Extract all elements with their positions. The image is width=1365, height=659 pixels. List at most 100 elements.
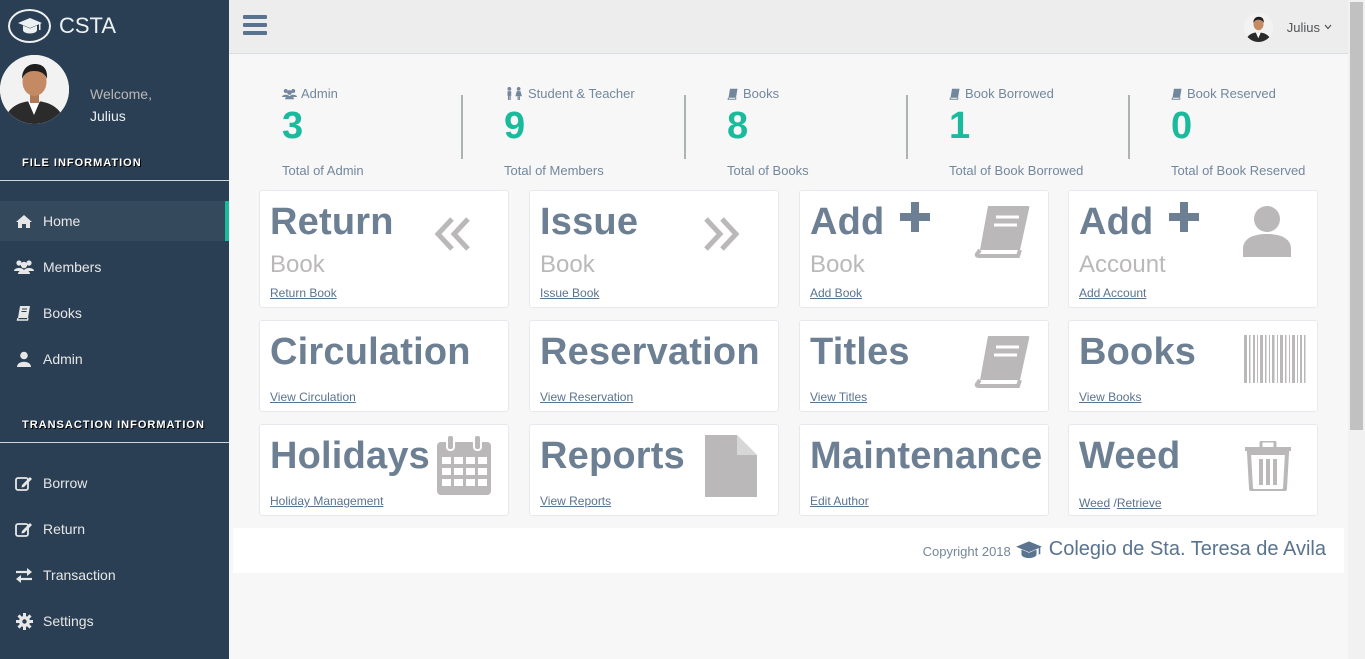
copyright-text: Copyright 2018: [922, 544, 1011, 559]
sidebar-item-return[interactable]: Return: [0, 509, 229, 549]
user-icon: [14, 349, 34, 369]
tile-subtitle: Book: [540, 251, 595, 278]
sidebar-item-borrow[interactable]: Borrow: [0, 463, 229, 503]
divider: [0, 180, 229, 181]
tile-title: Reports: [540, 435, 685, 477]
brand-title: CSTA: [59, 13, 117, 38]
tile-add-book[interactable]: Add Book Add Book: [799, 190, 1049, 308]
tile-title: Issue: [540, 201, 639, 243]
sidebar-item-settings[interactable]: Settings: [0, 601, 229, 641]
stat-label: Book Borrowed: [965, 86, 1054, 101]
edit-author-link[interactable]: Edit Author: [810, 494, 869, 508]
tile-title: Holidays: [270, 435, 430, 477]
sidebar-item-books[interactable]: Books: [0, 293, 229, 333]
view-reservation-link[interactable]: View Reservation: [540, 390, 633, 404]
tile-books[interactable]: Books View Books: [1068, 320, 1318, 412]
menu-toggle-icon[interactable]: [243, 15, 267, 37]
graduation-cap-icon: [8, 9, 51, 43]
tile-title: Reservation: [540, 331, 760, 373]
file-icon: [705, 435, 757, 497]
sidebar-item-transaction[interactable]: Transaction: [0, 555, 229, 595]
trash-icon: [1245, 441, 1291, 491]
sidebar-item-label: Books: [43, 305, 82, 321]
divider: [0, 442, 229, 443]
holiday-management-link[interactable]: Holiday Management: [270, 494, 383, 508]
tile-subtitle: Account: [1079, 251, 1166, 278]
view-books-link[interactable]: View Books: [1079, 390, 1141, 404]
user-avatar: [1243, 12, 1273, 42]
sidebar-item-members[interactable]: Members: [0, 247, 229, 287]
sidebar-item-admin[interactable]: Admin: [0, 339, 229, 379]
divider: [461, 95, 463, 159]
top-navbar: Julius: [229, 0, 1348, 54]
transaction-information-heading: TRANSACTION INFORMATION: [22, 419, 205, 431]
issue-book-link[interactable]: Issue Book: [540, 286, 599, 300]
weed-links: Weed /Retrieve: [1079, 494, 1162, 512]
sidebar-item-home[interactable]: Home: [0, 201, 229, 241]
divider: [684, 95, 686, 159]
view-titles-link[interactable]: View Titles: [810, 390, 867, 404]
add-book-link[interactable]: Add Book: [810, 286, 862, 300]
tile-reports[interactable]: Reports View Reports: [529, 424, 779, 516]
stat-sub: Total of Book Reserved: [1171, 163, 1306, 178]
scrollbar-thumb[interactable]: [1350, 2, 1363, 430]
stat-label: Books: [743, 86, 780, 101]
tile-subtitle: Book: [270, 251, 325, 278]
brand[interactable]: CSTA: [8, 8, 116, 44]
stat-label: Book Reserved: [1187, 86, 1276, 101]
tile-maintenance[interactable]: Maintenance Edit Author: [799, 424, 1049, 516]
plus-icon: [900, 202, 931, 232]
tile-holidays[interactable]: Holidays Holiday Management: [259, 424, 509, 516]
stat-label: Admin: [301, 86, 338, 101]
exchange-icon: [14, 565, 34, 585]
stat-count: 8: [727, 105, 749, 147]
tile-issue-book[interactable]: Issue Book Issue Book: [529, 190, 779, 308]
tile-weed[interactable]: Weed Weed /Retrieve: [1068, 424, 1318, 516]
tile-subtitle: Book: [810, 251, 865, 278]
graduation-cap-icon: [1015, 540, 1042, 558]
tile-circulation[interactable]: Circulation View Circulation: [259, 320, 509, 412]
sidebar-item-label: Members: [43, 259, 102, 275]
barcode-icon: [1244, 335, 1306, 383]
male-female-icon: [507, 87, 522, 100]
divider: [1128, 95, 1130, 159]
book-icon: [974, 336, 1030, 388]
stat-sub: Total of Members: [504, 163, 604, 178]
stat-book-reserved: Book Reserved 0 Total of Book Reserved: [1171, 86, 1365, 178]
return-book-link[interactable]: Return Book: [270, 286, 337, 300]
file-information-heading: FILE INFORMATION: [22, 157, 142, 169]
plus-icon: [1169, 202, 1200, 232]
chevron-down-icon: [1324, 22, 1332, 32]
tile-return-book[interactable]: Return Book Return Book: [259, 190, 509, 308]
tile-title: Weed: [1079, 435, 1181, 477]
profile-avatar: [0, 55, 69, 124]
sidebar-item-label: Home: [43, 213, 81, 229]
book-icon: [949, 88, 960, 100]
welcome-text: Welcome,: [90, 86, 152, 102]
user-menu[interactable]: Julius: [1243, 12, 1332, 42]
tile-title: Maintenance: [810, 435, 1043, 477]
stat-members: Student & Teacher 9 Total of Members: [504, 86, 704, 178]
stat-count: 9: [504, 105, 526, 147]
scrollbar[interactable]: [1348, 0, 1365, 659]
tile-add-account[interactable]: Add Account Add Account: [1068, 190, 1318, 308]
tile-title: Add: [1079, 202, 1200, 241]
home-icon: [14, 211, 34, 231]
view-circulation-link[interactable]: View Circulation: [270, 390, 356, 404]
stat-count: 1: [949, 105, 971, 147]
add-account-link[interactable]: Add Account: [1079, 286, 1146, 300]
divider: [906, 95, 908, 159]
tile-title: Books: [1079, 331, 1197, 373]
angle-double-right-icon: [704, 217, 740, 251]
sidebar-item-label: Transaction: [43, 567, 116, 583]
school-name: Colegio de Sta. Teresa de Avila: [1048, 538, 1326, 560]
tile-reservation[interactable]: Reservation View Reservation: [529, 320, 779, 412]
tile-title: Add: [810, 202, 931, 241]
weed-link[interactable]: Weed: [1079, 496, 1110, 510]
tile-titles[interactable]: Titles View Titles: [799, 320, 1049, 412]
view-reports-link[interactable]: View Reports: [540, 494, 611, 508]
retrieve-link[interactable]: Retrieve: [1117, 496, 1162, 510]
sidebar-item-label: Return: [43, 521, 86, 537]
angle-double-left-icon: [434, 217, 470, 251]
edit-icon: [14, 473, 34, 493]
